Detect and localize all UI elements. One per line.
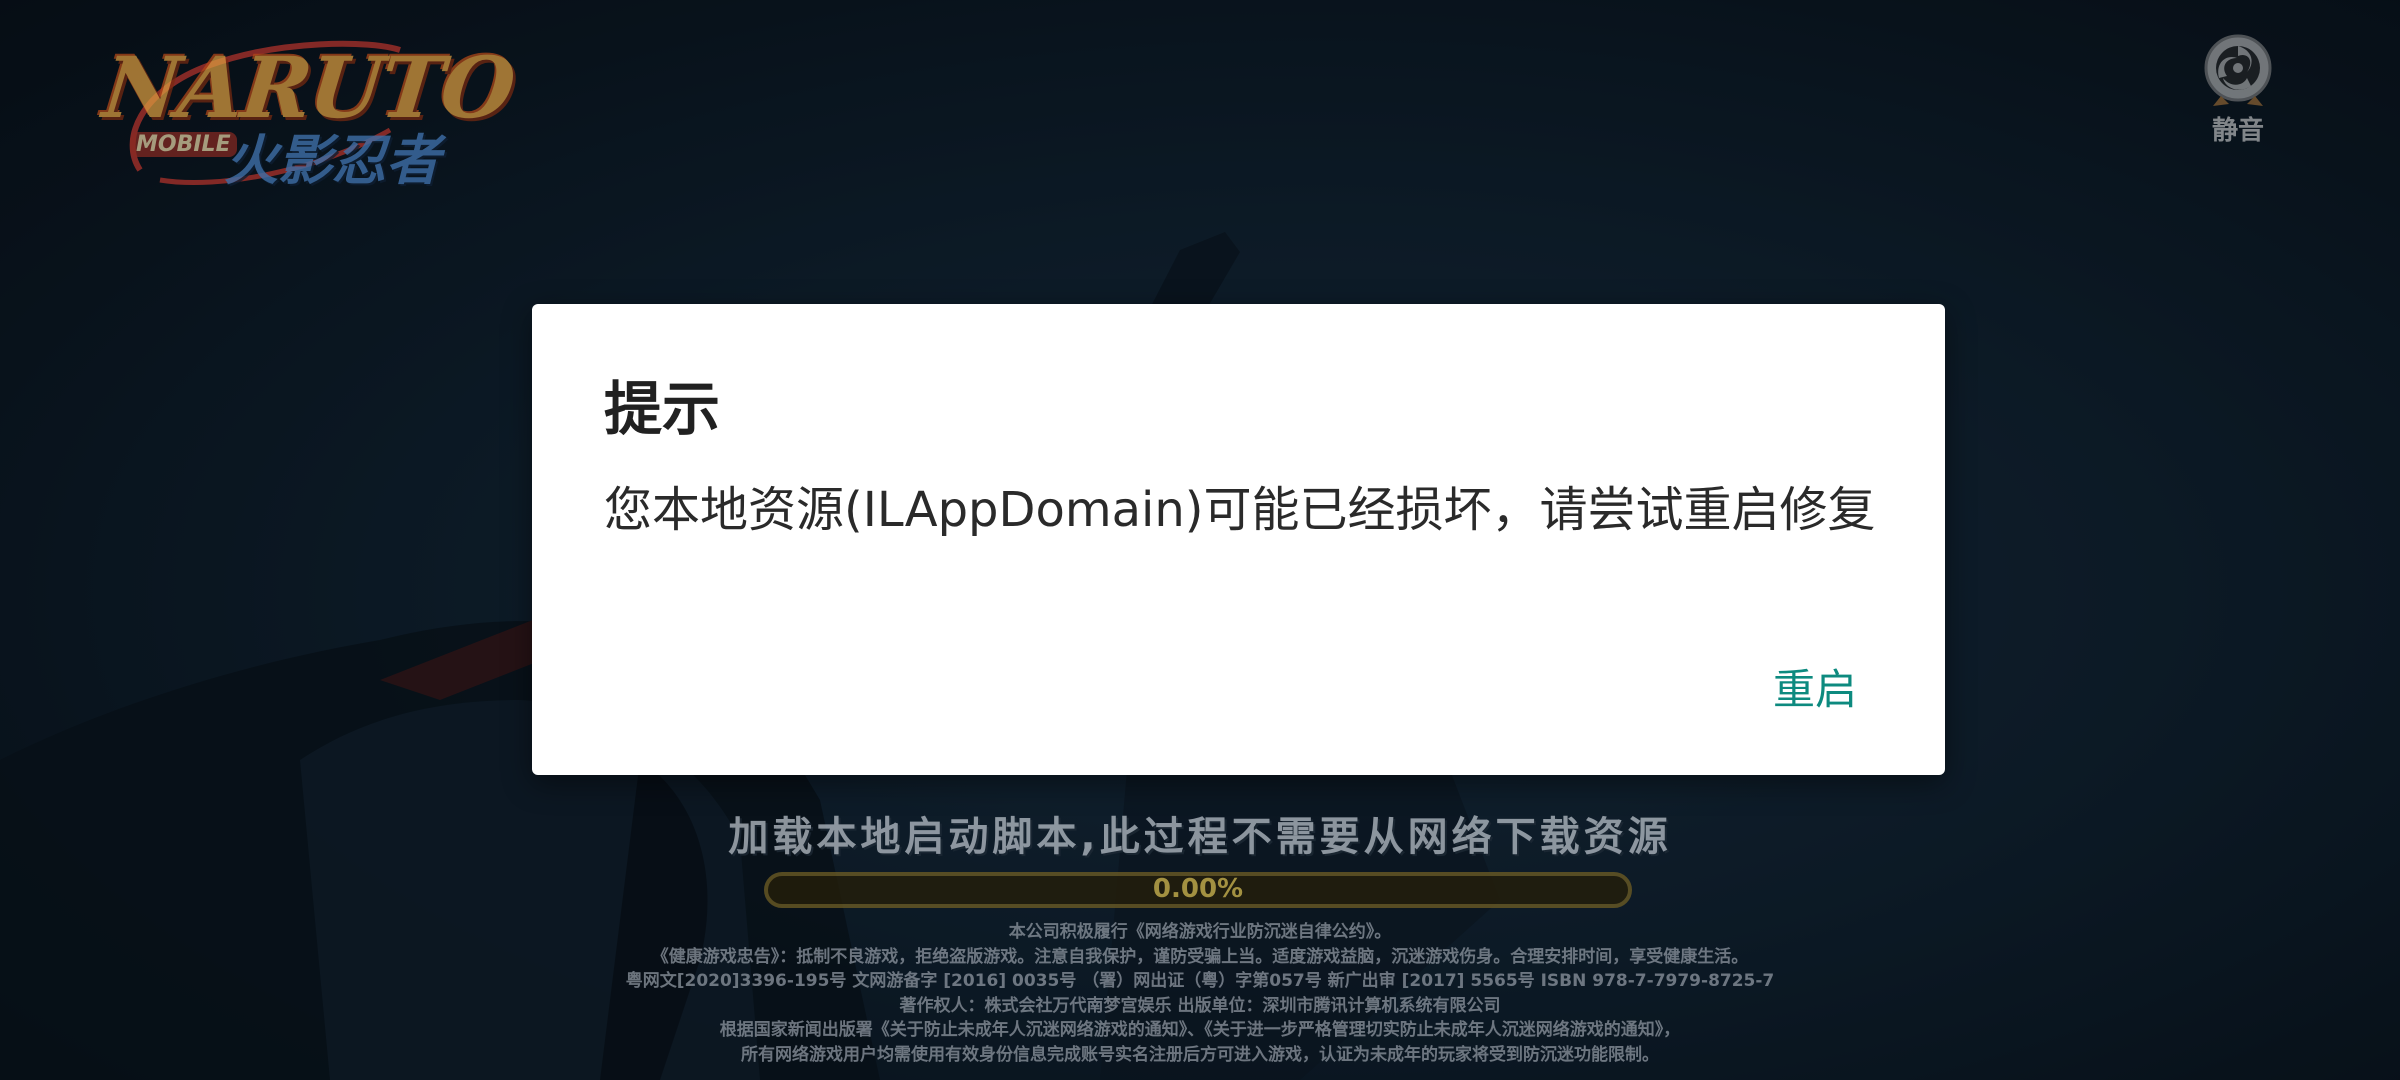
legal-notice: 本公司积极履行《网络游戏行业防沉迷自律公约》。 《健康游戏忠告》：抵制不良游戏，… (0, 920, 2400, 1067)
alert-dialog: 提示 您本地资源(ILAppDomain)可能已经损坏，请尝试重启修复 重启 (532, 304, 1945, 775)
logo-cn-text: 火影忍者 (224, 129, 440, 192)
legal-line: 根据国家新闻出版署《关于防止未成年人沉迷网络游戏的通知》、《关于进一步严格管理切… (719, 1020, 1681, 1040)
dialog-message: 您本地资源(ILAppDomain)可能已经损坏，请尝试重启修复 (604, 482, 1876, 538)
mute-label: 静音 (2211, 116, 2264, 146)
legal-line: 《健康游戏忠告》：抵制不良游戏，拒绝盗版游戏。注意自我保护，谨防受骗上当。适度游… (651, 946, 1749, 967)
legal-line: 著作权人：株式会社万代南梦宫娱乐 出版单位：深圳市腾讯计算机系统有限公司 (899, 995, 1501, 1016)
game-logo: NARUTO MOBILE 火影忍者 (99, 20, 518, 192)
legal-line: 所有网络游戏用户均需使用有效身份信息完成账号实名注册后方可进入游戏，认证为未成年… (741, 1044, 1659, 1065)
tomoe-icon (2204, 34, 2272, 106)
legal-line: 本公司积极履行《网络游戏行业防沉迷自律公约》。 (1008, 922, 1392, 942)
restart-button[interactable]: 重启 (1773, 656, 1857, 717)
progress-percent: 0.00% (1152, 874, 1244, 904)
loading-progress-bar: 0.00% (764, 872, 1632, 908)
mute-button[interactable]: 静音 (2196, 32, 2280, 152)
logo-mobile-text: MOBILE (130, 132, 237, 157)
game-scene: NARUTO MOBILE 火影忍者 静音 加载本地启动脚本,此过程不需要从网络… (0, 0, 2400, 1080)
dialog-title: 提示 (604, 375, 721, 443)
legal-line: 粤网文[2020]3396-195号 文网游备字 [2016] 0035号 （署… (625, 971, 1775, 991)
loading-message: 加载本地启动脚本,此过程不需要从网络下载资源 (728, 814, 1672, 860)
